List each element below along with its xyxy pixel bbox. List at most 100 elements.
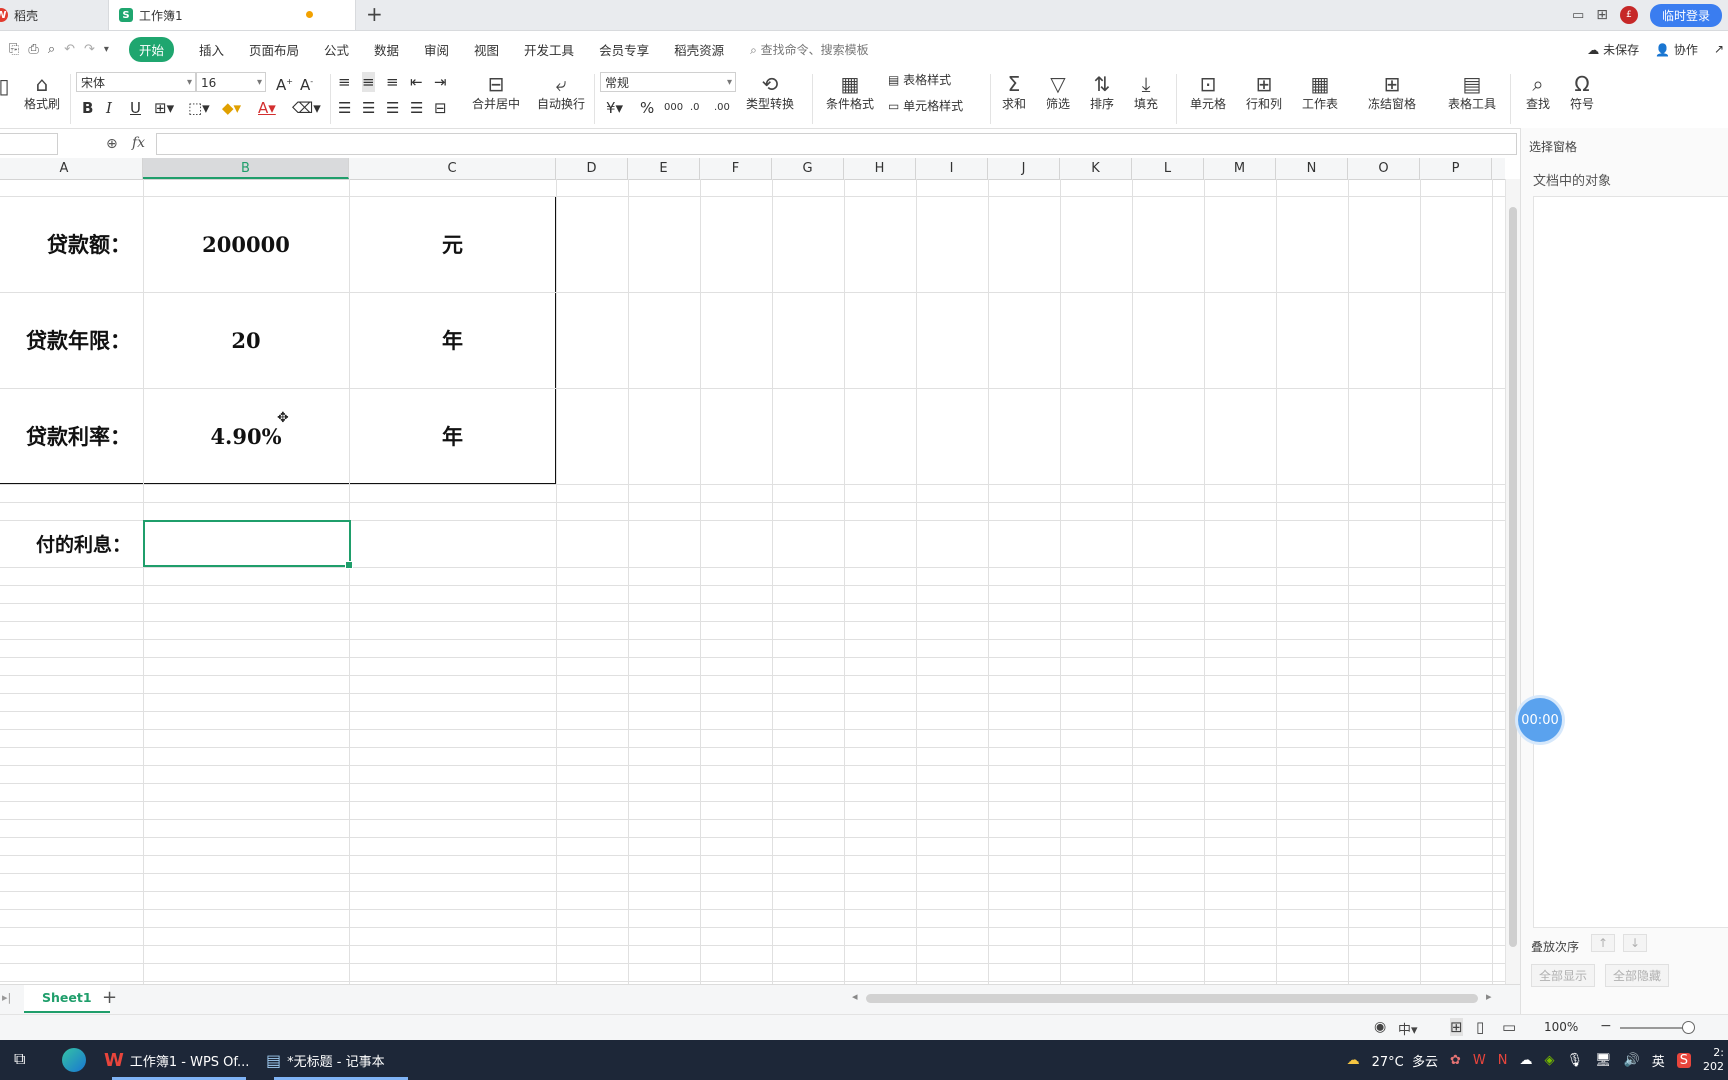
row-col-button[interactable]: ⊞ 行和列 (1240, 72, 1288, 112)
cell-a2[interactable]: 贷款年限： (0, 292, 143, 388)
align-middle-icon[interactable]: ≡ (362, 72, 375, 92)
vertical-scrollbar[interactable] (1505, 179, 1521, 984)
menu-member[interactable]: 会员专享 (599, 40, 649, 59)
collab-button[interactable]: 👤 协作 (1655, 41, 1698, 58)
cell-style-button[interactable]: ▭ 单元格样式 (888, 98, 988, 114)
percent-icon[interactable]: % (640, 98, 654, 118)
currency-icon[interactable]: ¥▾ (606, 98, 623, 118)
cell-a1[interactable]: 贷款额： (0, 196, 143, 292)
unsaved-button[interactable]: ☁ 未保存 (1587, 41, 1639, 58)
sum-button[interactable]: Σ 求和 (994, 72, 1034, 112)
taskbar-wps[interactable]: W 工作簿1 - WPS Of... (104, 1040, 254, 1080)
column-header-f[interactable]: F (700, 158, 772, 179)
table-style-button[interactable]: ▤ 表格样式 (888, 72, 970, 88)
cell-a3[interactable]: 贷款利率： (0, 388, 143, 484)
sort-button[interactable]: ⇅ 排序 (1082, 72, 1122, 112)
zoom-lens-icon[interactable]: ⊕ (106, 136, 118, 152)
print-icon[interactable]: ⎙ (28, 42, 38, 57)
fill-handle[interactable] (345, 561, 353, 569)
export-pdf-icon[interactable]: ⎘ (9, 42, 19, 57)
eye-protect-icon[interactable]: ◉ (1374, 1019, 1386, 1035)
underline-icon[interactable]: U (130, 98, 141, 118)
italic-icon[interactable]: I (106, 98, 112, 118)
microphone-icon[interactable]: 🎙 (1567, 1053, 1584, 1068)
sheet-tab-sheet1[interactable]: Sheet1 (24, 985, 110, 1013)
weather-text[interactable]: 27°C 多云 (1372, 1051, 1438, 1070)
selection-pane-title[interactable]: 选择窗格 (1529, 138, 1577, 155)
print-preview-icon[interactable]: ⌕ (48, 42, 55, 57)
menu-view[interactable]: 视图 (474, 40, 499, 59)
type-convert-button[interactable]: ⟲ 类型转换 (740, 72, 800, 112)
menu-developer[interactable]: 开发工具 (524, 40, 574, 59)
volume-icon[interactable]: 🔊 (1624, 1053, 1640, 1068)
temp-login-button[interactable]: 临时登录 (1649, 3, 1722, 27)
distributed-icon[interactable]: ⊟ (434, 98, 447, 118)
symbol-button[interactable]: Ω 符号 (1562, 72, 1602, 112)
horizontal-scroll-thumb[interactable] (866, 994, 1478, 1003)
task-view-icon[interactable]: ⧉ (14, 1049, 25, 1069)
find-button[interactable]: ⌕ 查找 (1518, 72, 1558, 112)
paste-button[interactable]: ▯ (0, 74, 14, 98)
indent-decrease-icon[interactable]: ⇤ (410, 72, 423, 92)
active-cell-b5[interactable] (143, 520, 353, 569)
column-header-g[interactable]: G (772, 158, 844, 179)
column-header-j[interactable]: J (988, 158, 1060, 179)
object-list[interactable] (1533, 196, 1728, 928)
zoom-level[interactable]: 100% (1544, 1020, 1578, 1034)
redo-icon[interactable]: ↷ (84, 42, 95, 57)
column-header-a[interactable]: A (0, 158, 143, 179)
chevron-down-icon[interactable]: ▾ (104, 44, 109, 55)
page-layout-view-icon[interactable]: ▯ (1476, 1018, 1484, 1036)
column-header-i[interactable]: I (916, 158, 988, 179)
align-right-icon[interactable]: ☰ (386, 98, 399, 118)
column-header-h[interactable]: H (844, 158, 916, 179)
column-header-l[interactable]: L (1132, 158, 1204, 179)
avatar[interactable]: £ (1619, 6, 1638, 24)
column-header-p[interactable]: P (1420, 158, 1492, 179)
hide-all-button[interactable]: 全部隐藏 (1605, 964, 1670, 987)
font-name-select[interactable]: 宋体 (76, 72, 196, 93)
add-sheet-button[interactable]: + (102, 987, 117, 1008)
send-backward-button[interactable]: ↓ (1623, 934, 1648, 952)
column-header-e[interactable]: E (628, 158, 700, 179)
menu-data[interactable]: 数据 (374, 40, 399, 59)
bold-icon[interactable]: B (82, 98, 93, 118)
format-painter-button[interactable]: ⌂ 格式刷 (22, 72, 62, 112)
spreadsheet-grid[interactable]: ABCDEFGHIJKLMNOP 贷款额： 200000 元 贷款年限： 20 … (0, 158, 1505, 984)
tab-workbook1[interactable]: S 工作簿1 (108, 0, 356, 30)
worksheet-button[interactable]: ▦ 工作表 (1296, 72, 1344, 112)
clear-format-icon[interactable]: ⌫▾ (292, 98, 321, 118)
ime-indicator[interactable]: 英 (1652, 1051, 1665, 1070)
zoom-out-icon[interactable]: − (1600, 1018, 1612, 1034)
wps-tray-icon[interactable]: W (1473, 1053, 1486, 1068)
vertical-scroll-thumb[interactable] (1509, 207, 1517, 947)
column-header-b[interactable]: B (143, 158, 349, 179)
column-header-c[interactable]: C (349, 158, 556, 179)
menu-formula[interactable]: 公式 (324, 40, 349, 59)
column-header-o[interactable]: O (1348, 158, 1420, 179)
justify-icon[interactable]: ☰ (410, 98, 423, 118)
zoom-slider-knob[interactable] (1682, 1021, 1695, 1034)
column-header-m[interactable]: M (1204, 158, 1276, 179)
align-bottom-icon[interactable]: ≡ (386, 72, 399, 92)
menu-insert[interactable]: 插入 (199, 40, 224, 59)
conditional-format-button[interactable]: ▦ 条件格式 (820, 72, 880, 112)
new-tab-button[interactable]: + (366, 2, 383, 26)
undo-icon[interactable]: ↶ (64, 42, 75, 57)
sogou-icon[interactable]: S (1676, 1052, 1691, 1068)
thousands-icon[interactable]: 000 (664, 98, 683, 118)
cell-b2[interactable]: 20 (143, 292, 349, 388)
cell-c1[interactable]: 元 (349, 196, 556, 292)
formula-input[interactable] (156, 133, 1517, 155)
filter-button[interactable]: ▽ 筛选 (1038, 72, 1078, 112)
bring-forward-button[interactable]: ↑ (1591, 934, 1616, 952)
menu-review[interactable]: 审阅 (424, 40, 449, 59)
page-break-view-icon[interactable]: ▭ (1502, 1018, 1516, 1036)
font-color-icon[interactable]: A▾ (258, 98, 276, 118)
align-center-icon[interactable]: ☰ (362, 98, 375, 118)
font-shrink-icon[interactable]: A- (300, 72, 313, 95)
font-grow-icon[interactable]: A+ (276, 72, 293, 95)
recording-timer[interactable]: 00:00 (1518, 698, 1562, 742)
input-mode-icon[interactable]: 中▾ (1398, 1019, 1418, 1038)
command-search[interactable]: ⌕ 查找命令、搜索模板 (750, 41, 869, 58)
